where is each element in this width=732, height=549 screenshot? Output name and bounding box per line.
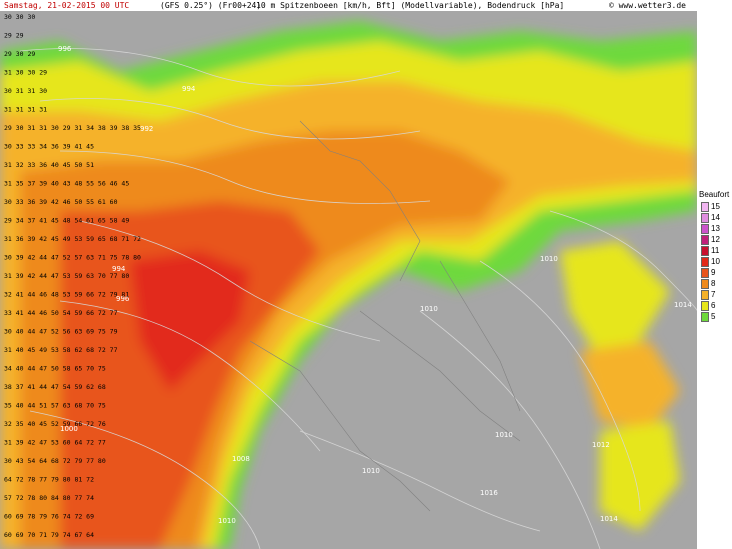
grid-value-row: 60 69 70 71 79 74 67 64 [4, 531, 94, 539]
grid-value-row: 29 30 31 31 30 29 31 34 38 39 38 35 [4, 124, 141, 132]
grid-value-row: 30 33 33 34 36 39 41 45 [4, 143, 94, 151]
site-credit: © www.wetter3.de [608, 1, 686, 10]
isobar-label: 1008 [232, 455, 250, 463]
grid-value-row: 30 31 31 30 [4, 87, 47, 95]
isobar-label: 994 [182, 85, 196, 93]
isobar-label: 992 [140, 125, 153, 133]
grid-value-row: 30 40 44 47 52 56 63 69 75 79 [4, 328, 118, 336]
legend-label: 8 [711, 279, 716, 288]
legend-swatch [701, 312, 709, 322]
legend-swatch [701, 224, 709, 234]
parameter-label: 10 m Spitzenboeen [km/h, Bft] (Modellvar… [256, 1, 565, 10]
grid-value-row: 30 30 30 [4, 13, 35, 21]
legend-row: 9 [699, 268, 732, 279]
legend-title: Beaufort [699, 190, 730, 199]
isobar-label: 1014 [600, 515, 618, 523]
date-label: Samstag, 21-02-2015 00 UTC [4, 1, 130, 10]
legend-row: 8 [699, 279, 732, 290]
legend-swatch [701, 268, 709, 278]
grid-value-row: 29 34 37 41 45 48 54 61 65 58 49 [4, 217, 129, 225]
isobar-label: 996 [58, 45, 72, 53]
isobar-label: 1010 [420, 305, 438, 313]
grid-value-row: 30 39 42 44 47 52 57 63 71 75 78 80 [4, 254, 141, 262]
legend-label: 11 [711, 246, 720, 255]
grid-value-row: 32 41 44 46 48 53 59 66 72 79 81 [4, 291, 129, 299]
isobar-label: 1010 [362, 467, 380, 475]
isobar-label: 1016 [480, 489, 498, 497]
legend-label: 15 [711, 202, 720, 211]
grid-value-row: 30 43 54 64 68 72 79 77 80 [4, 457, 106, 465]
grid-value-row: 32 35 40 45 52 59 66 72 76 [4, 420, 106, 428]
legend-swatch [701, 235, 709, 245]
map-frame: Samstag, 21-02-2015 00 UTC (GFS 0.25°) (… [0, 0, 732, 549]
legend-swatch [701, 279, 709, 289]
isobar-label: 1010 [495, 431, 513, 439]
legend-row: 14 [699, 213, 732, 224]
legend-row: 5 [699, 312, 732, 323]
grid-value-row: 30 33 36 39 42 46 50 55 61 60 [4, 198, 118, 206]
model-label: (GFS 0.25°) (Fr00+24) [160, 1, 262, 10]
grid-value-row: 64 72 78 77 79 80 81 72 [4, 476, 94, 484]
grid-value-row: 60 69 78 79 76 74 72 69 [4, 513, 94, 521]
legend-swatch [701, 202, 709, 212]
isobar-label: 1014 [674, 301, 692, 309]
grid-value-row: 31 40 45 49 53 58 62 68 72 77 [4, 346, 118, 354]
grid-value-row: 31 39 42 44 47 53 59 63 70 77 80 [4, 272, 129, 280]
grid-value-row: 29 29 [4, 32, 24, 40]
grid-value-row: 34 40 44 47 50 58 65 70 75 [4, 365, 106, 373]
legend-row: 15 [699, 202, 732, 213]
beaufort-legend: Beaufort 15 14 13 12 11 10 9 8 7 6 5 [699, 190, 732, 340]
legend-row: 11 [699, 246, 732, 257]
grid-value-row: 33 41 44 46 50 54 59 66 72 77 [4, 309, 118, 317]
legend-row: 13 [699, 224, 732, 235]
legend-label: 6 [711, 301, 716, 310]
legend-row: 10 [699, 257, 732, 268]
legend-swatch [701, 290, 709, 300]
grid-value-row: 31 31 31 31 [4, 106, 47, 114]
legend-swatch [701, 213, 709, 223]
legend-label: 5 [711, 312, 716, 321]
legend-label: 7 [711, 290, 716, 299]
legend-swatch [701, 301, 709, 311]
grid-value-row: 38 37 41 44 47 54 59 62 68 [4, 383, 106, 391]
grid-value-row: 57 72 78 80 84 80 77 74 [4, 494, 94, 502]
legend-label: 13 [711, 224, 720, 233]
legend-label: 12 [711, 235, 720, 244]
grid-value-row: 31 35 37 39 40 43 48 55 56 46 45 [4, 180, 129, 188]
grid-value-row: 31 39 42 47 53 60 64 72 77 [4, 439, 106, 447]
isobar-label: 1010 [540, 255, 558, 263]
legend-label: 14 [711, 213, 720, 222]
legend-swatch [701, 246, 709, 256]
legend-row: 6 [699, 301, 732, 312]
isobar-label: 1012 [592, 441, 610, 449]
grid-value-row: 31 32 33 36 40 45 50 51 [4, 161, 94, 169]
legend-label: 10 [711, 257, 720, 266]
grid-value-row: 35 40 44 51 57 63 68 70 75 [4, 402, 106, 410]
map-header: Samstag, 21-02-2015 00 UTC (GFS 0.25°) (… [0, 0, 732, 11]
legend-swatch [701, 257, 709, 267]
grid-value-row: 31 30 30 29 [4, 69, 47, 77]
map-canvas: 9969949929949961000100810101010101010101… [0, 11, 697, 549]
weather-map[interactable]: 996 994 992 994 996 1000 1008 1010 1010 1010 1010 1… [0, 11, 697, 549]
grid-value-row: 29 30 29 [4, 50, 35, 58]
legend-row: 12 [699, 235, 732, 246]
isobar-label: 1010 [218, 517, 236, 525]
legend-row: 7 [699, 290, 732, 301]
legend-label: 9 [711, 268, 716, 277]
grid-value-row: 31 36 39 42 45 49 53 59 65 68 71 72 [4, 235, 141, 243]
